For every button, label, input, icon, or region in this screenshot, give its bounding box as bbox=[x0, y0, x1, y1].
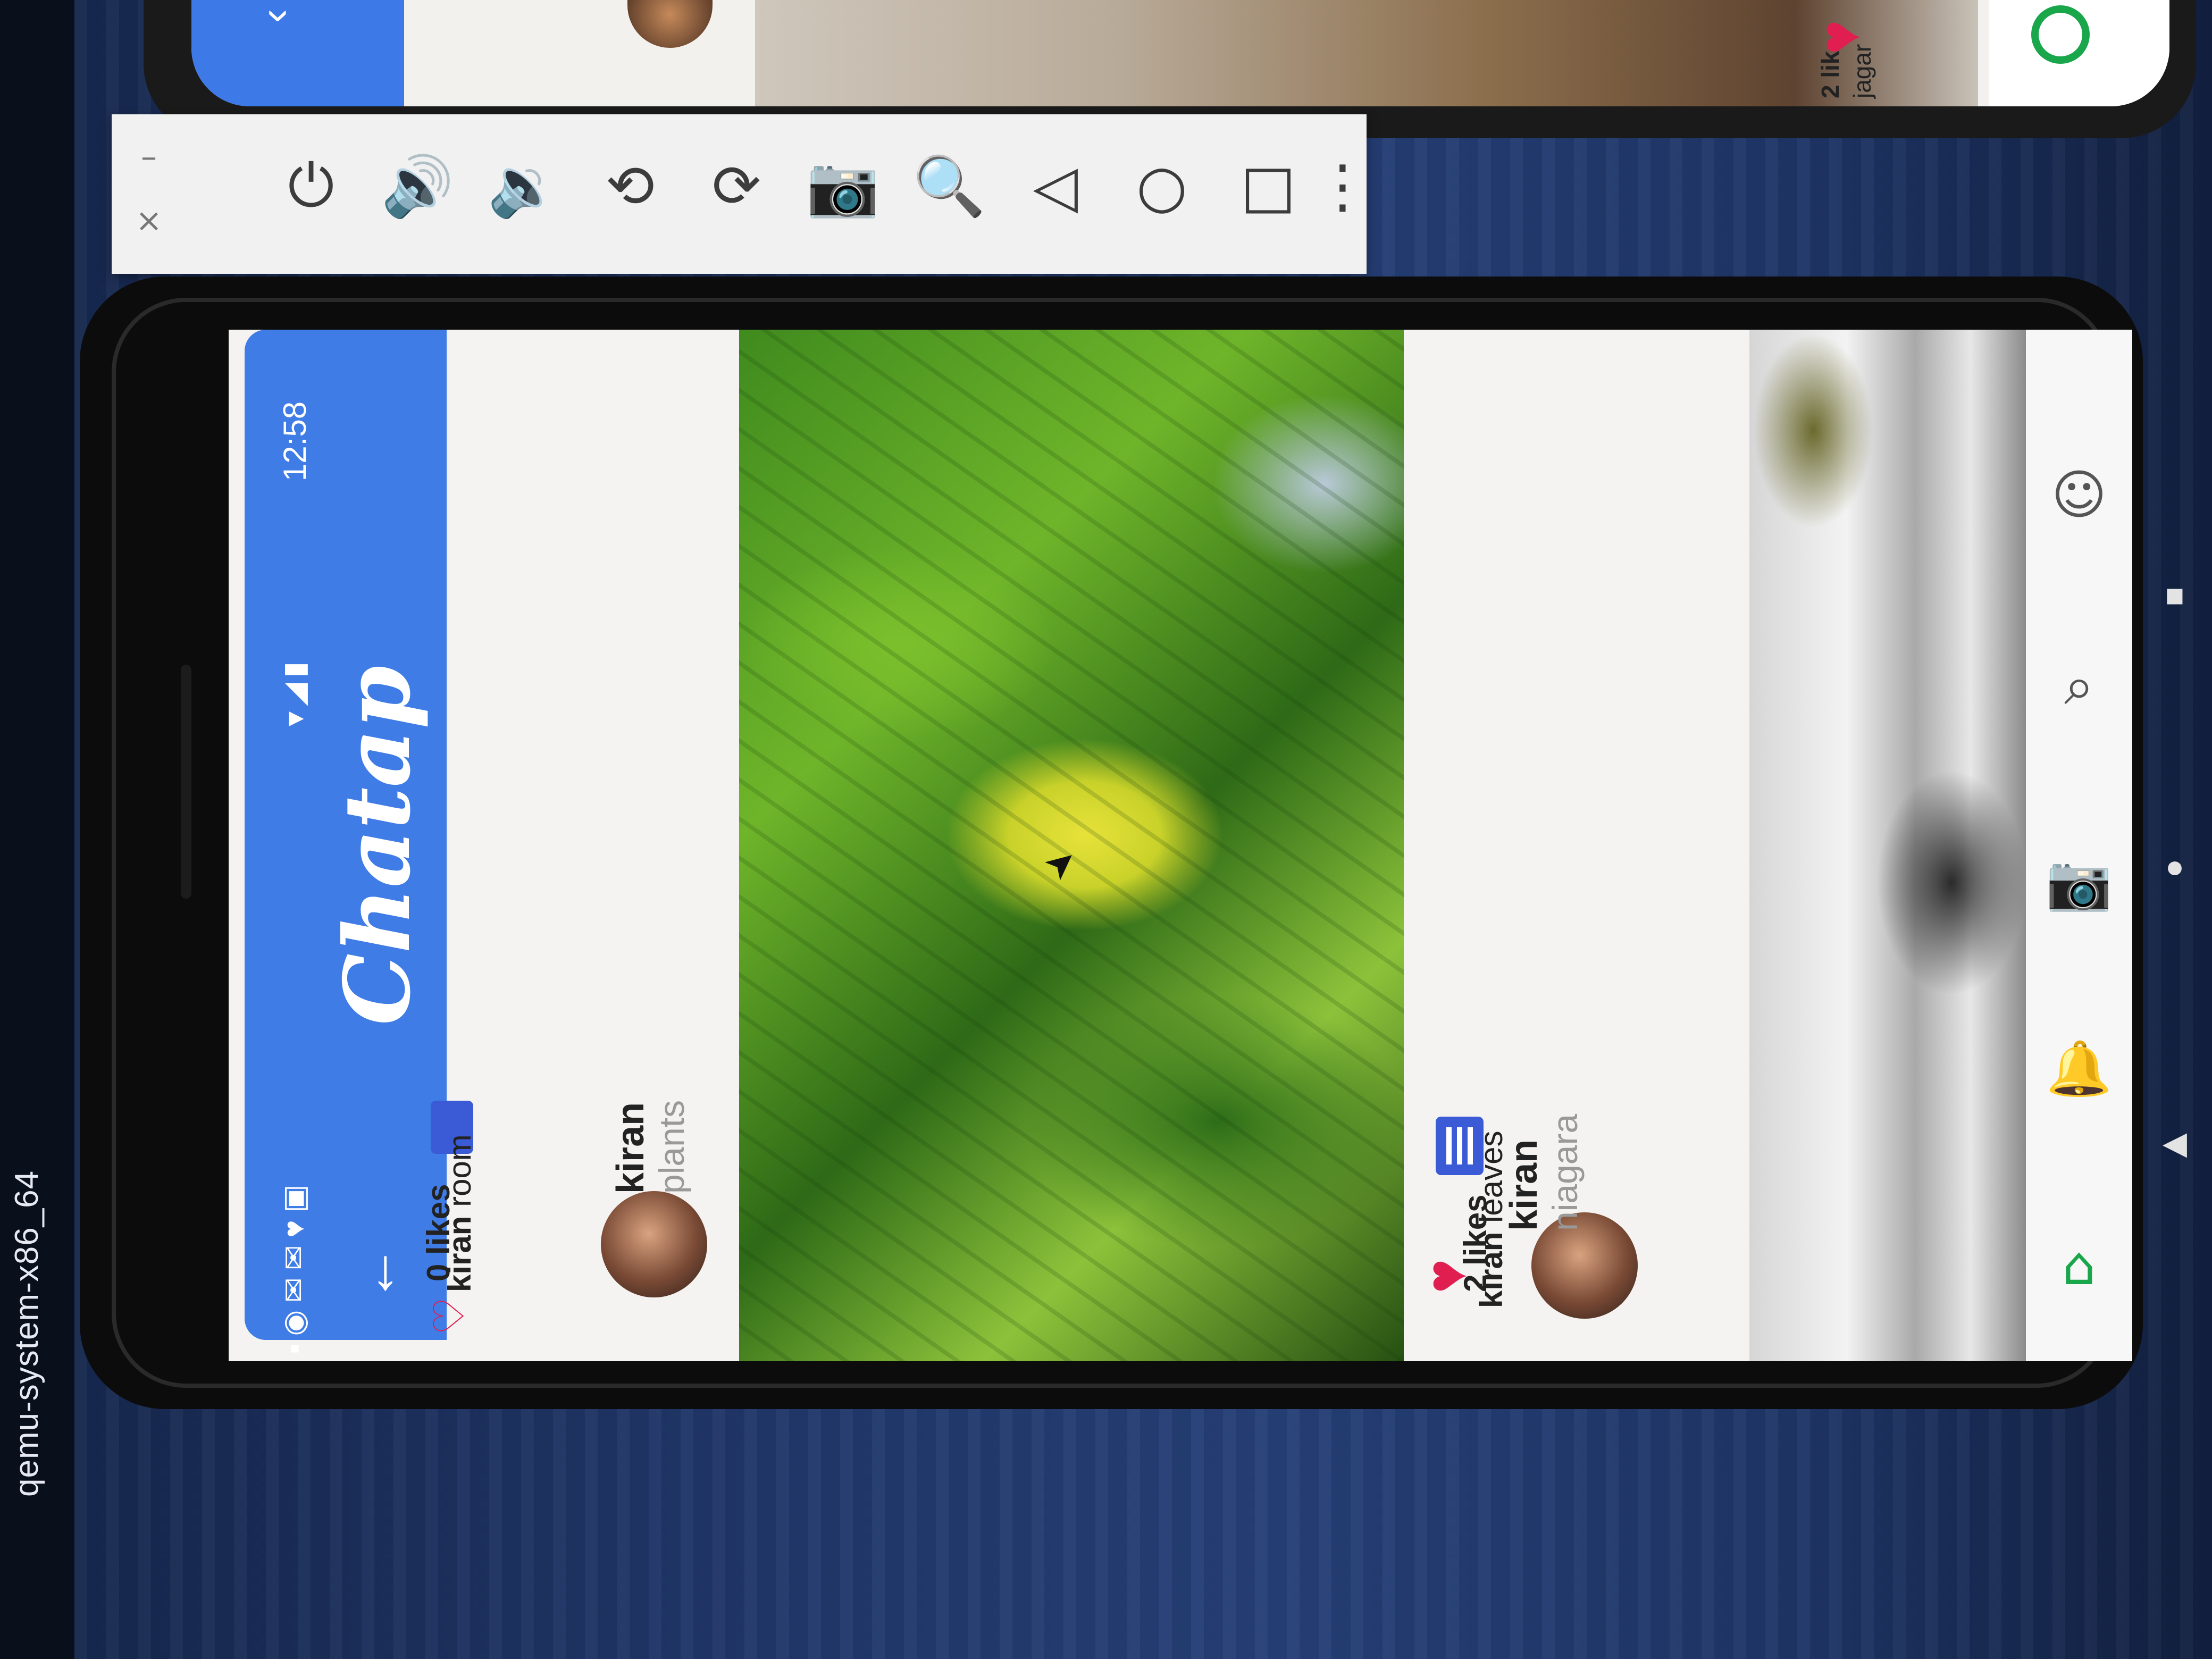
system-overview-icon[interactable]: ■ bbox=[2154, 574, 2196, 617]
post-username[interactable]: kiran bbox=[609, 1034, 657, 1194]
volume-up-icon[interactable]: 🔊 bbox=[378, 146, 457, 226]
status-time: 12:58 bbox=[277, 401, 313, 482]
post-title: niagara bbox=[1545, 1113, 1585, 1231]
home-circle-icon[interactable]: ○ bbox=[1122, 146, 1202, 226]
secondary-home-icon[interactable] bbox=[2031, 5, 2090, 64]
secondary-post-photo bbox=[755, 0, 1978, 106]
more-icon[interactable]: ⋮ bbox=[1303, 146, 1382, 226]
camera-icon[interactable]: 📷 bbox=[2046, 851, 2113, 915]
post-title: plants bbox=[652, 1100, 691, 1194]
overview-square-icon[interactable]: □ bbox=[1228, 146, 1308, 226]
post-caption: kiran room bbox=[441, 1090, 484, 1292]
close-icon[interactable]: × bbox=[128, 199, 170, 242]
minimize-icon[interactable]: – bbox=[128, 136, 170, 178]
caption-text: room bbox=[442, 1134, 477, 1207]
phone-screen: 12:58 ▾◢▮ ▪◉✉✉♥▣ Chatap ← kiran plants ♡… bbox=[229, 330, 2132, 1361]
notifications-icon[interactable]: 🔔 bbox=[2046, 1037, 2113, 1101]
search-icon[interactable]: ⌕ bbox=[2047, 654, 2111, 718]
system-back-icon[interactable]: ◀ bbox=[2154, 1122, 2196, 1164]
secondary-avatar bbox=[627, 0, 713, 48]
power-icon[interactable]: ⏻ bbox=[271, 146, 351, 226]
rotate-right-icon[interactable]: ⟳ bbox=[697, 146, 776, 226]
app-bar: 12:58 ▾◢▮ ▪◉✉✉♥▣ Chatap ← bbox=[245, 330, 447, 1354]
post-username[interactable]: kiran bbox=[1502, 1071, 1550, 1231]
apple-menu-icon[interactable] bbox=[11, 1537, 43, 1574]
emulator-toolbar: – × ⏻ 🔊 🔉 ⟲ ⟳ 📷 🔍 ◁ ○ □ ⋮ bbox=[112, 114, 1372, 274]
back-triangle-icon[interactable]: ◁ bbox=[1016, 146, 1095, 226]
home-icon[interactable]: ⌂ bbox=[2047, 1234, 2111, 1297]
app-title: Chatap bbox=[324, 665, 431, 1026]
phone-speaker bbox=[181, 665, 191, 899]
connectivity-icons: ▾◢▮ bbox=[277, 656, 311, 726]
rotate-left-icon[interactable]: ⟲ bbox=[590, 146, 670, 226]
window-title: qemu-system-x86_64 bbox=[9, 1170, 45, 1497]
profile-icon[interactable]: ☺ bbox=[2047, 463, 2111, 526]
notification-icons: ▪◉✉✉♥▣ bbox=[277, 1177, 311, 1354]
secondary-back-icon[interactable]: ‹ bbox=[250, 0, 298, 43]
post-photo-niagara[interactable] bbox=[1749, 330, 2026, 1361]
back-arrow-icon[interactable]: ← bbox=[335, 1234, 415, 1313]
caption-user: kiran bbox=[442, 1216, 477, 1292]
heart-outline-icon[interactable]: ♡ bbox=[425, 1292, 473, 1340]
camera-icon[interactable]: 📷 bbox=[803, 146, 883, 226]
secondary-app-bar bbox=[191, 0, 404, 106]
secondary-user-text: jagar bbox=[1848, 44, 1876, 98]
caption-user: kiran bbox=[1473, 1231, 1509, 1308]
zoom-icon[interactable]: 🔍 bbox=[909, 146, 989, 226]
bottom-nav: ⌂ 🔔 📷 ⌕ ☺ bbox=[2026, 330, 2132, 1361]
avatar[interactable] bbox=[601, 1191, 707, 1297]
volume-down-icon[interactable]: 🔉 bbox=[484, 146, 564, 226]
system-home-icon[interactable]: ● bbox=[2154, 845, 2196, 888]
